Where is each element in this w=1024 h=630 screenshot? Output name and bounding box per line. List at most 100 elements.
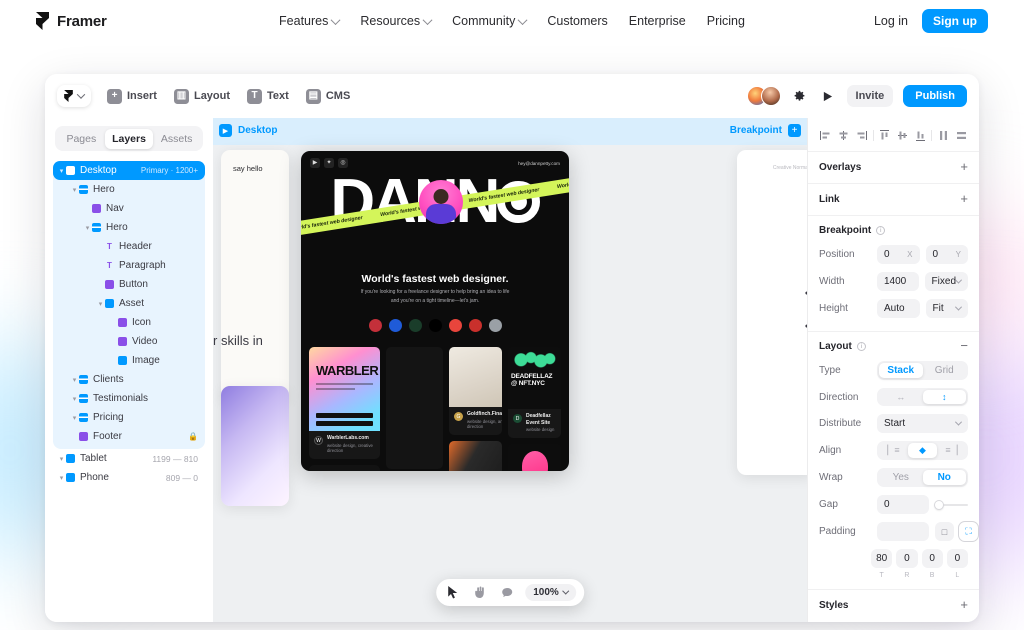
- layer-item-testimonials[interactable]: ▾Testimonials: [53, 389, 205, 408]
- neighbor-artboard-left[interactable]: say hello r skills in: [221, 150, 289, 400]
- cursor-arrow-icon[interactable]: [444, 584, 461, 601]
- layer-item-nav[interactable]: Nav: [53, 199, 205, 218]
- layer-twisty-icon[interactable]: ▾: [96, 300, 105, 308]
- hand-pan-icon[interactable]: [471, 584, 488, 601]
- gap-input[interactable]: 0: [877, 495, 929, 514]
- invite-button[interactable]: Invite: [847, 85, 894, 107]
- layout-type-grid[interactable]: Grid: [923, 363, 967, 378]
- project-card-tall[interactable]: [386, 347, 443, 469]
- layer-item-clients[interactable]: ▾Clients: [53, 370, 205, 389]
- position-y-input[interactable]: 0 Y: [926, 245, 969, 264]
- layer-twisty-icon[interactable]: ▾: [57, 474, 66, 482]
- width-input[interactable]: 1400: [877, 272, 919, 291]
- wrap-no[interactable]: No: [923, 470, 967, 485]
- add-overlay-button[interactable]: +: [960, 162, 968, 172]
- nav-item-resources[interactable]: Resources: [360, 14, 431, 28]
- lock-icon[interactable]: 🔒: [188, 432, 198, 441]
- layer-twisty-icon[interactable]: ▾: [70, 395, 79, 403]
- layer-item-footer[interactable]: Footer🔒: [53, 427, 205, 446]
- editor-menu-button[interactable]: [57, 85, 91, 107]
- youtube-icon[interactable]: ▶: [310, 158, 320, 168]
- align-end-icon[interactable]: ≡▕: [937, 443, 966, 458]
- cms-tool-button[interactable]: ▤ CMS: [306, 89, 350, 104]
- distribute-select[interactable]: Start: [877, 414, 968, 433]
- align-top-icon[interactable]: [876, 128, 894, 142]
- padding-bottom-input[interactable]: 0: [922, 549, 943, 568]
- vertical-arrows-icon[interactable]: ↕: [923, 390, 967, 404]
- brand-logo[interactable]: Framer: [36, 12, 107, 30]
- nav-item-customers[interactable]: Customers: [547, 14, 607, 28]
- add-style-button[interactable]: +: [960, 600, 968, 610]
- preview-email[interactable]: hey@dannpetty.com: [518, 161, 560, 166]
- site-preview-frame[interactable]: ▶ ✦ ◎ hey@dannpetty.com DANN World's fas…: [301, 151, 569, 471]
- signup-button[interactable]: Sign up: [922, 9, 988, 33]
- layer-twisty-icon[interactable]: ▾: [57, 455, 66, 463]
- breakpoint-name-group[interactable]: ▶ Desktop: [219, 124, 277, 137]
- nav-item-pricing[interactable]: Pricing: [707, 14, 745, 28]
- project-card[interactable]: D Deadfellaz.io website design: [508, 444, 561, 471]
- horizontal-arrows-icon[interactable]: ↔: [879, 390, 923, 404]
- info-icon[interactable]: i: [876, 226, 885, 235]
- padding-left-input[interactable]: 0: [947, 549, 968, 568]
- position-x-input[interactable]: 0 X: [877, 245, 920, 264]
- align-right-icon[interactable]: [853, 128, 871, 142]
- layer-item-paragraph[interactable]: TParagraph: [53, 256, 205, 275]
- layer-item-button[interactable]: Button: [53, 275, 205, 294]
- login-link[interactable]: Log in: [874, 14, 908, 28]
- layer-item-icon[interactable]: Icon: [53, 313, 205, 332]
- gap-slider[interactable]: [935, 495, 968, 514]
- align-center-horizontal-icon[interactable]: [835, 128, 853, 142]
- publish-button[interactable]: Publish: [903, 85, 967, 107]
- project-card[interactable]: DEADFELLAZ @ NFT.NYC D Deadfellaz Event …: [508, 347, 561, 438]
- comment-bubble-icon[interactable]: [498, 584, 515, 601]
- layer-item-desktop[interactable]: ▾DesktopPrimary · 1200+: [53, 161, 205, 180]
- layer-item-video[interactable]: Video: [53, 332, 205, 351]
- layout-tool-button[interactable]: ▥ Layout: [174, 89, 230, 104]
- layer-item-header[interactable]: THeader: [53, 237, 205, 256]
- layer-twisty-icon[interactable]: ▾: [70, 414, 79, 422]
- layer-item-hero[interactable]: ▾Hero: [53, 218, 205, 237]
- layer-twisty-icon[interactable]: ▾: [70, 186, 79, 194]
- distribute-horizontal-icon[interactable]: [934, 128, 952, 142]
- height-mode-select[interactable]: Fit: [926, 299, 969, 318]
- align-middle-vertical-icon[interactable]: [894, 128, 912, 142]
- layer-item-pricing[interactable]: ▾Pricing: [53, 408, 205, 427]
- layer-item-phone[interactable]: ▾Phone809 — 0: [53, 468, 205, 487]
- padding-uniform-icon[interactable]: □: [935, 522, 954, 541]
- zoom-level-control[interactable]: 100%: [525, 584, 576, 601]
- wrap-yes[interactable]: Yes: [879, 470, 923, 485]
- layer-twisty-icon[interactable]: ▾: [83, 224, 92, 232]
- add-breakpoint-icon[interactable]: +: [788, 124, 801, 137]
- align-bottom-icon[interactable]: [911, 128, 929, 142]
- align-center-icon[interactable]: ◆: [908, 443, 937, 458]
- tab-pages[interactable]: Pages: [58, 129, 106, 149]
- play-icon[interactable]: [819, 87, 837, 105]
- add-link-button[interactable]: +: [960, 194, 968, 204]
- layer-item-asset[interactable]: ▾Asset: [53, 294, 205, 313]
- layer-item-tablet[interactable]: ▾Tablet1199 — 810: [53, 449, 205, 468]
- collapse-layout-button[interactable]: −: [960, 341, 968, 351]
- text-tool-button[interactable]: T Text: [247, 89, 289, 104]
- insert-tool-button[interactable]: + Insert: [107, 89, 157, 104]
- project-card[interactable]: G Goldfinch.Finance website design, art …: [449, 347, 502, 435]
- tab-assets[interactable]: Assets: [153, 129, 201, 149]
- breakpoint-action-label[interactable]: Breakpoint: [730, 125, 782, 136]
- align-left-icon[interactable]: [817, 128, 835, 142]
- nav-item-features[interactable]: Features: [279, 14, 339, 28]
- padding-input[interactable]: [877, 522, 929, 541]
- nav-item-community[interactable]: Community: [452, 14, 526, 28]
- align-start-icon[interactable]: ▏≡: [879, 443, 908, 458]
- layer-twisty-icon[interactable]: ▾: [57, 167, 66, 175]
- layout-type-stack[interactable]: Stack: [879, 363, 923, 378]
- info-icon[interactable]: i: [857, 342, 866, 351]
- canvas[interactable]: ▶ Desktop Breakpoint + say hello r skill…: [213, 118, 807, 622]
- distribute-vertical-icon[interactable]: [952, 128, 970, 142]
- project-card[interactable]: L Launched website design: [449, 441, 502, 471]
- slider-knob[interactable]: [935, 501, 943, 509]
- neighbor-artboard-right[interactable]: Creative Normal ● ●: [737, 150, 807, 475]
- project-card[interactable]: WARBLER W WarblerLabs.com website: [309, 347, 380, 459]
- layer-item-image[interactable]: Image: [53, 351, 205, 370]
- neighbor-artboard-left-gradient[interactable]: [221, 386, 289, 506]
- layer-twisty-icon[interactable]: ▾: [70, 376, 79, 384]
- collaborator-avatars[interactable]: [747, 86, 781, 106]
